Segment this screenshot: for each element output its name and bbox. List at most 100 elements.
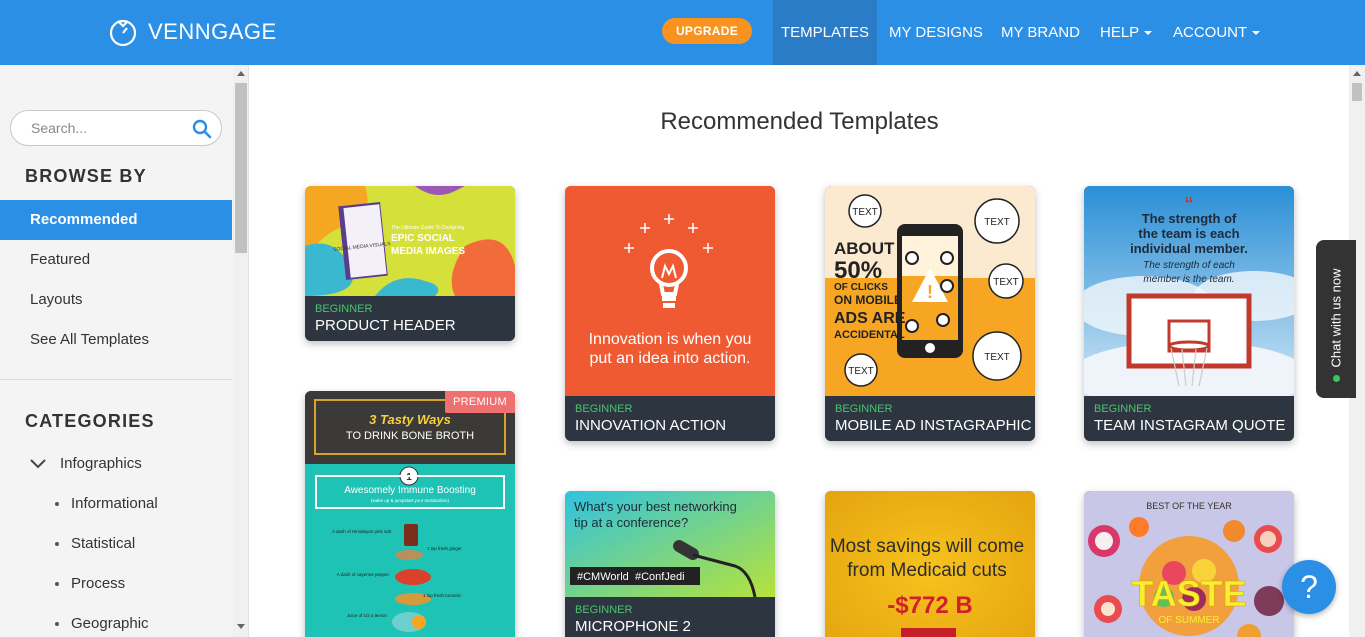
thumb-bubble: TEXT [984,217,1010,228]
card-info: BEGINNER MICROPHONE 2 [565,597,775,637]
template-thumbnail: “ The strength of the team is each indiv… [1084,186,1294,396]
thumb-tag2: #ConfJedi [635,571,685,583]
subcategory-label: Process [71,575,126,592]
card-level: BEGINNER [1094,403,1152,415]
help-button[interactable]: ? [1282,560,1336,614]
card-info: BEGINNER INNOVATION ACTION [565,396,775,441]
thumbnail-art: Most savings will come from Medicaid cut… [825,491,1035,637]
scroll-up-icon[interactable] [1353,71,1361,76]
template-card-mobile-ad-instagraphic[interactable]: ! TEXT TEXT TEXT TEXT TEXT ABOUT 50% OF … [825,186,1035,441]
categories-heading: CATEGORIES [25,411,155,431]
bullet-icon [55,582,59,587]
thumb-line2: EPIC SOCIAL [391,233,455,244]
venngage-logo-icon [109,19,137,47]
nav-my-designs[interactable]: MY DESIGNS [889,0,983,65]
thumb-bubble: TEXT [848,366,874,377]
nav-account[interactable]: ACCOUNT [1173,0,1261,65]
sidebar-item-layouts[interactable]: Layouts [0,280,232,320]
nav-help-label: HELP [1100,24,1140,41]
thumb-i4: 1 tsp fresh turmeric [423,593,462,598]
upgrade-button[interactable]: UPGRADE [662,18,752,44]
sidebar: BROWSE BY Recommended Featured Layouts S… [0,65,249,637]
thumbnail-art: “ The strength of the team is each indiv… [1084,186,1294,396]
thumb-line1: The Ultimate Guide To Designing [391,225,464,231]
card-level: BEGINNER [575,604,633,616]
sidebar-item-recommended[interactable]: Recommended [0,200,232,240]
subcategory-label: Statistical [71,535,136,552]
thumb-q1: The strength of [1142,211,1237,226]
template-card-bone-broth[interactable]: 3 Tasty Ways TO DRINK BONE BROTH 1 Aweso… [305,391,515,637]
bullet-icon [55,542,59,547]
thumb-bubble: TEXT [993,277,1019,288]
card-info: BEGINNER PRODUCT HEADER [305,296,515,341]
category-infographics[interactable]: Infographics [30,455,142,472]
subcategory-label: Geographic [71,615,149,632]
thumb-main: TASTE [1131,573,1246,614]
template-card-medicaid-savings[interactable]: Most savings will come from Medicaid cut… [825,491,1035,637]
subcategory-label: Informational [71,495,158,512]
thumbnail-art: Innovation is when you put an idea into … [565,186,775,396]
card-info: BEGINNER TEAM INSTAGRAM QUOTE [1084,396,1294,441]
thumb-tag1: #CMWorld [577,571,629,583]
bullet-icon [55,502,59,507]
template-thumbnail: Innovation is when you put an idea into … [565,186,775,396]
category-label: Infographics [60,455,142,472]
thumb-amount: -$772 B [887,592,972,619]
search-box [10,110,222,146]
template-thumbnail: SOCIAL MEDIA VISUALS The Ultimate Guide … [305,186,515,296]
sidebar-scroll-thumb[interactable] [235,83,247,253]
chat-label: Chat with us now [1328,268,1344,368]
search-icon[interactable] [192,119,212,139]
chat-widget-tab[interactable]: Chat with us now [1316,240,1356,398]
thumb-l3: ADS ARE [834,310,906,327]
subcategory-process[interactable]: Process [55,575,125,592]
logo[interactable]: VENNGAGE [108,17,277,47]
sidebar-item-featured[interactable]: Featured [0,240,232,280]
thumb-bubble: TEXT [852,207,878,218]
thumb-b2: (wake up & jumpstart your metabolism) [371,498,450,503]
sidebar-scrollbar[interactable] [233,65,248,637]
thumb-q3: individual member. [1130,241,1248,256]
scroll-up-icon[interactable] [237,71,245,76]
nav-templates[interactable]: TEMPLATES [773,0,877,65]
subcategory-statistical[interactable]: Statistical [55,535,135,552]
thumb-t1: 3 Tasty Ways [369,412,451,427]
subcategory-geographic[interactable]: Geographic [55,615,149,632]
search-input[interactable] [31,120,181,136]
template-thumbnail: BEST OF THE YEAR TASTE OF SUMMER [1084,491,1294,637]
template-card-innovation-action[interactable]: Innovation is when you put an idea into … [565,186,775,441]
top-nav-bar: VENNGAGE UPGRADE TEMPLATES MY DESIGNS MY… [0,0,1365,65]
browse-by-heading: BROWSE BY [25,166,147,186]
nav-my-brand[interactable]: MY BRAND [1001,0,1080,65]
thumb-l4: ACCIDENTAL [834,329,905,341]
thumb-l2: ON MOBILE [834,293,902,307]
thumbnail-art: SOCIAL MEDIA VISUALS The Ultimate Guide … [305,186,515,296]
thumb-i3: A dash of cayenne pepper [337,572,390,577]
sidebar-item-see-all-templates[interactable]: See All Templates [0,320,232,360]
template-card-taste-of-summer[interactable]: BEST OF THE YEAR TASTE OF SUMMER [1084,491,1294,637]
thumb-num: 1 [406,472,412,483]
card-level: BEGINNER [575,403,633,415]
card-name: MOBILE AD INSTAGRAPHIC [835,417,1032,434]
thumb-q2: tip at a conference? [574,515,688,530]
thumb-bubble: TEXT [984,352,1010,363]
thumb-t2: TO DRINK BONE BROTH [346,430,474,442]
scroll-down-icon[interactable] [237,624,245,629]
thumb-line1: Innovation is when you [589,331,752,348]
thumb-s2: member is the team. [1143,274,1234,285]
online-status-icon [1333,375,1340,382]
thumbnail-art: BEST OF THE YEAR TASTE OF SUMMER [1084,491,1294,637]
page-title: Recommended Templates [660,108,939,135]
subcategory-informational[interactable]: Informational [55,495,158,512]
card-name: MICROPHONE 2 [575,618,691,635]
template-thumbnail: 3 Tasty Ways TO DRINK BONE BROTH 1 Aweso… [305,391,515,637]
thumb-line2: put an idea into action. [589,350,750,367]
template-card-microphone-2[interactable]: What's your best networking tip at a con… [565,491,775,637]
thumb-i1: A dash of Himalayan pink salt [332,529,392,534]
thumbnail-art: What's your best networking tip at a con… [565,491,775,597]
nav-help[interactable]: HELP [1100,0,1153,65]
main-scroll-thumb[interactable] [1352,83,1362,101]
template-card-product-header[interactable]: SOCIAL MEDIA VISUALS The Ultimate Guide … [305,186,515,341]
card-name: PRODUCT HEADER [315,317,456,334]
template-card-team-instagram-quote[interactable]: “ The strength of the team is each indiv… [1084,186,1294,441]
